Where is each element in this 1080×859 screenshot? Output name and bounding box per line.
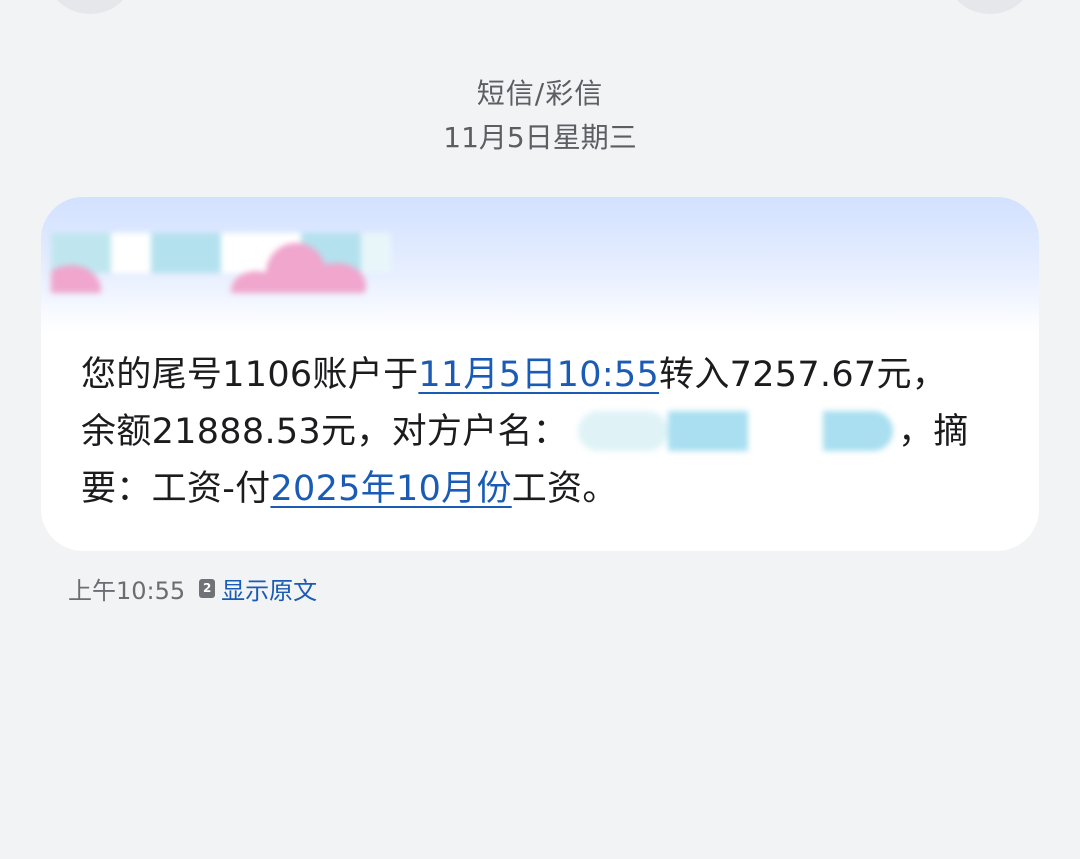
message-text-5: 要：工资-付 <box>81 469 271 509</box>
show-original-link[interactable]: 显示原文 <box>221 571 317 606</box>
sender-name-redacted <box>51 223 401 293</box>
message-text-3: 余额21888.53元，对方户名： <box>81 412 569 452</box>
message-text-6: 工资。 <box>511 469 618 509</box>
datetime-link[interactable]: 11月5日10:55 <box>418 355 659 395</box>
message-bubble[interactable]: 您的尾号1106账户于11月5日10:55转入7257.67元， 余额21888… <box>41 197 1039 551</box>
message-text-4: ，摘 <box>898 412 969 452</box>
period-link[interactable]: 2025年10月份 <box>270 469 511 509</box>
more-options-button[interactable] <box>948 0 1032 14</box>
sim-card-2-icon: 2 <box>199 578 216 598</box>
account-name-redacted <box>568 407 898 453</box>
back-button[interactable] <box>48 0 132 14</box>
date-label: 11月5日星期三 <box>443 121 637 154</box>
message-meta: 上午10:55 2 显示原文 <box>68 571 317 606</box>
message-body: 您的尾号1106账户于11月5日10:55转入7257.67元， 余额21888… <box>81 347 1011 518</box>
message-text-1: 您的尾号1106账户于 <box>81 355 419 395</box>
message-time: 上午10:55 <box>68 576 186 605</box>
channel-label: 短信/彩信 <box>476 77 604 110</box>
conversation-header: 短信/彩信 11月5日星期三 <box>0 74 1080 158</box>
sms-detail-screen: 短信/彩信 11月5日星期三 您的尾号1106账户于11月5日10:55转入72… <box>0 0 1080 859</box>
message-text-2: 转入7257.67元， <box>659 355 948 395</box>
